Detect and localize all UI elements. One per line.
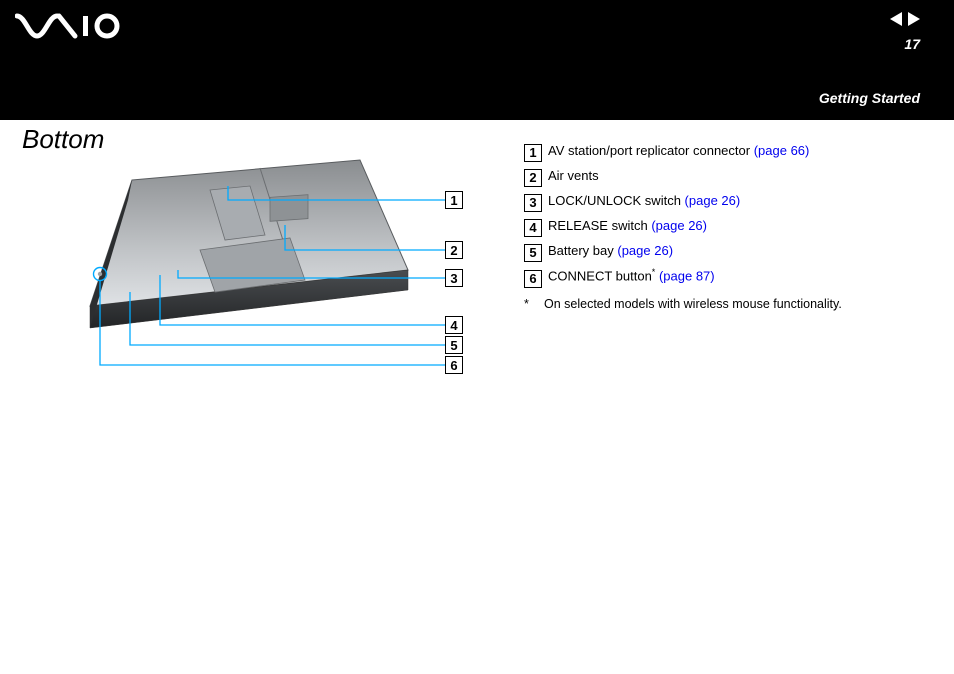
legend-item-5: 5 Battery bay (page 26) <box>524 240 924 262</box>
footnote-star: * <box>524 294 544 315</box>
legend-item-3: 3 LOCK/UNLOCK switch (page 26) <box>524 190 924 212</box>
page-link-66[interactable]: (page 66) <box>754 143 810 158</box>
footnote: *On selected models with wireless mouse … <box>524 294 924 315</box>
callout-5: 5 <box>445 336 463 354</box>
legend-text-3: LOCK/UNLOCK switch (page 26) <box>548 190 740 212</box>
callout-4: 4 <box>445 316 463 334</box>
header-bar: 17 Getting Started <box>0 0 954 120</box>
chapter-title: Getting Started <box>819 90 920 106</box>
legend-item-1: 1 AV station/port replicator connector (… <box>524 140 924 162</box>
callout-6: 6 <box>445 356 463 374</box>
bottom-view-diagram: 1 2 3 4 5 6 <box>60 150 470 470</box>
page-link-26c[interactable]: (page 26) <box>617 243 673 258</box>
legend-text-5: Battery bay (page 26) <box>548 240 673 262</box>
prev-page-button[interactable] <box>890 12 902 26</box>
callout-3: 3 <box>445 269 463 287</box>
nav-arrows <box>890 12 920 26</box>
footnote-text: On selected models with wireless mouse f… <box>544 297 842 311</box>
legend-item-2: 2 Air vents <box>524 165 924 187</box>
legend-num-2: 2 <box>524 169 542 187</box>
legend-text-1: AV station/port replicator connector (pa… <box>548 140 809 162</box>
legend-text-6: CONNECT button* (page 87) <box>548 265 715 287</box>
callout-1: 1 <box>445 191 463 209</box>
page-number: 17 <box>904 36 920 52</box>
legend-list: 1 AV station/port replicator connector (… <box>524 140 924 315</box>
vaio-logo <box>15 10 135 42</box>
page-link-26b[interactable]: (page 26) <box>651 218 707 233</box>
vaio-logo-icon <box>15 10 135 42</box>
callout-2: 2 <box>445 241 463 259</box>
legend-num-6: 6 <box>524 270 542 288</box>
legend-text-4: RELEASE switch (page 26) <box>548 215 707 237</box>
legend-num-4: 4 <box>524 219 542 237</box>
laptop-bottom-illustration <box>60 150 470 470</box>
legend-item-4: 4 RELEASE switch (page 26) <box>524 215 924 237</box>
page-link-26a[interactable]: (page 26) <box>685 193 741 208</box>
next-page-button[interactable] <box>908 12 920 26</box>
legend-num-5: 5 <box>524 244 542 262</box>
legend-num-3: 3 <box>524 194 542 212</box>
legend-num-1: 1 <box>524 144 542 162</box>
legend-item-6: 6 CONNECT button* (page 87) <box>524 265 924 287</box>
legend-text-2: Air vents <box>548 165 599 187</box>
page-link-87[interactable]: (page 87) <box>659 269 715 284</box>
